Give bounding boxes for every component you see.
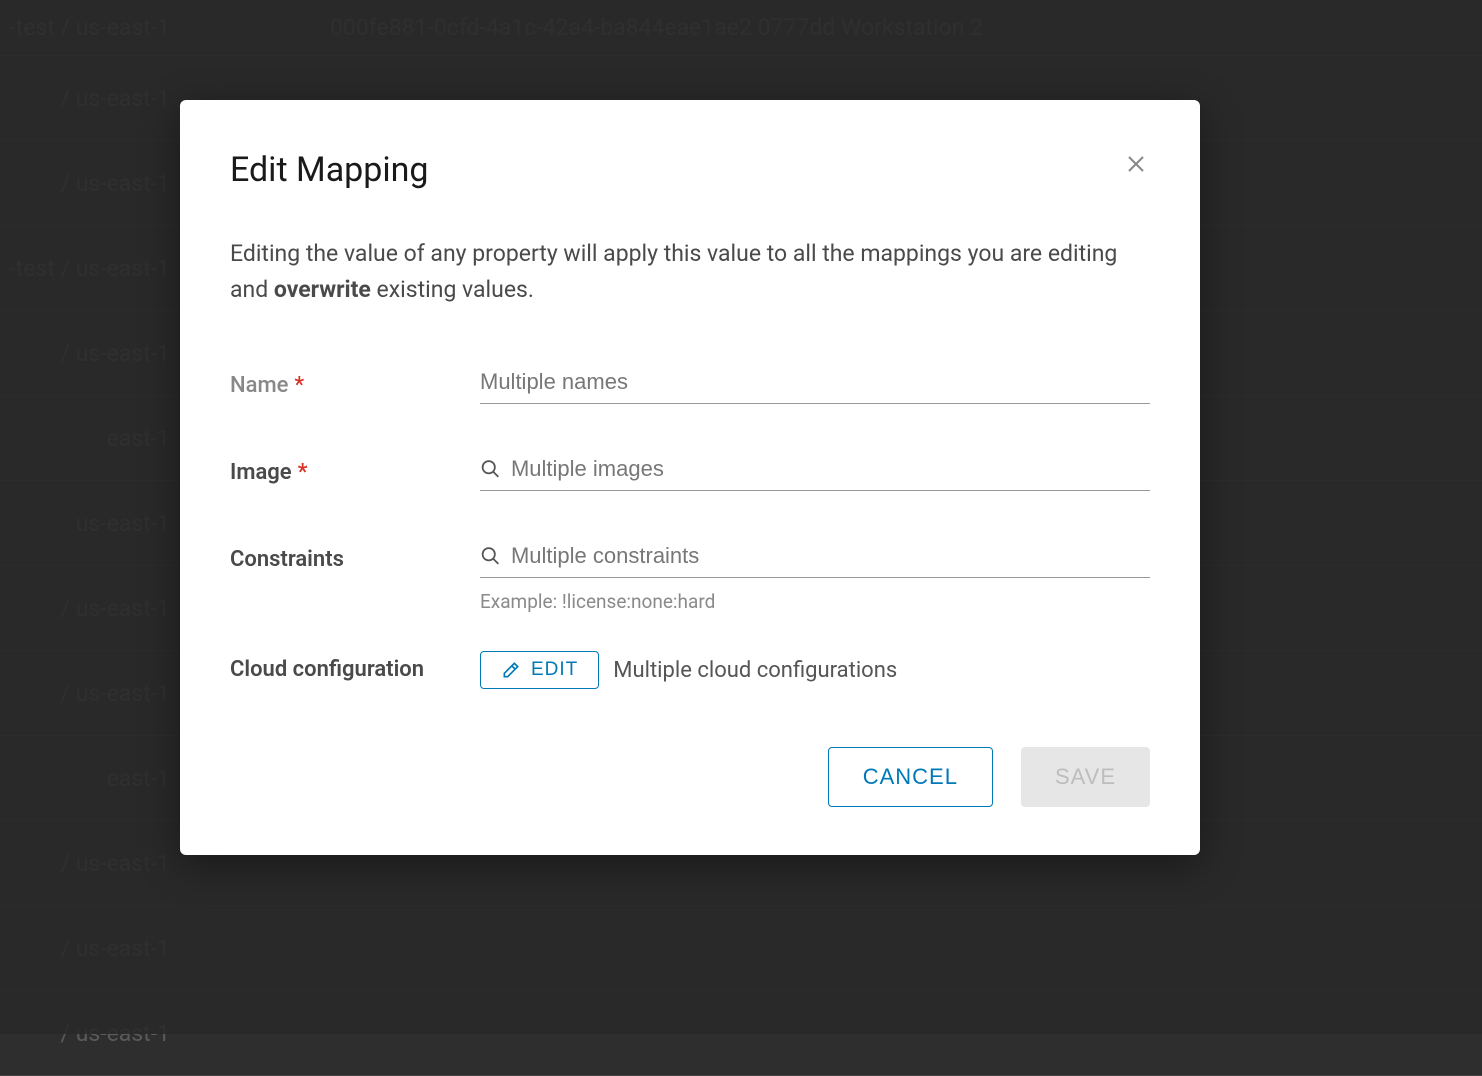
required-asterisk: * — [298, 460, 308, 485]
cloud-config-value: Multiple cloud configurations — [613, 658, 897, 683]
image-input[interactable] — [511, 454, 1150, 484]
modal-description: Editing the value of any property will a… — [230, 236, 1150, 307]
pencil-icon — [501, 660, 521, 680]
close-icon — [1124, 152, 1148, 176]
modal-title: Edit Mapping — [230, 150, 429, 190]
constraints-input[interactable] — [511, 541, 1150, 571]
search-icon — [480, 458, 501, 480]
cloud-config-label: Cloud configuration — [230, 651, 480, 686]
name-label: Name* — [230, 367, 480, 402]
desc-bold: overwrite — [274, 276, 371, 303]
constraints-label: Constraints — [230, 541, 480, 576]
search-icon — [480, 545, 501, 567]
save-button[interactable]: SAVE — [1021, 747, 1150, 807]
edit-mapping-modal: Edit Mapping Editing the value of any pr… — [180, 100, 1200, 855]
desc-post: existing values. — [371, 276, 534, 303]
name-label-text: Name — [230, 373, 288, 398]
constraints-hint: Example: !license:none:hard — [480, 590, 1150, 613]
name-input[interactable] — [480, 367, 1150, 397]
image-label: Image* — [230, 454, 480, 489]
cloud-config-label-text: Cloud configuration — [230, 657, 424, 682]
constraints-label-text: Constraints — [230, 547, 344, 572]
cancel-button[interactable]: CANCEL — [828, 747, 993, 807]
edit-button-label: EDIT — [531, 659, 578, 681]
close-button[interactable] — [1122, 150, 1150, 178]
required-asterisk: * — [294, 373, 304, 398]
cloud-config-edit-button[interactable]: EDIT — [480, 651, 599, 689]
image-label-text: Image — [230, 460, 292, 485]
